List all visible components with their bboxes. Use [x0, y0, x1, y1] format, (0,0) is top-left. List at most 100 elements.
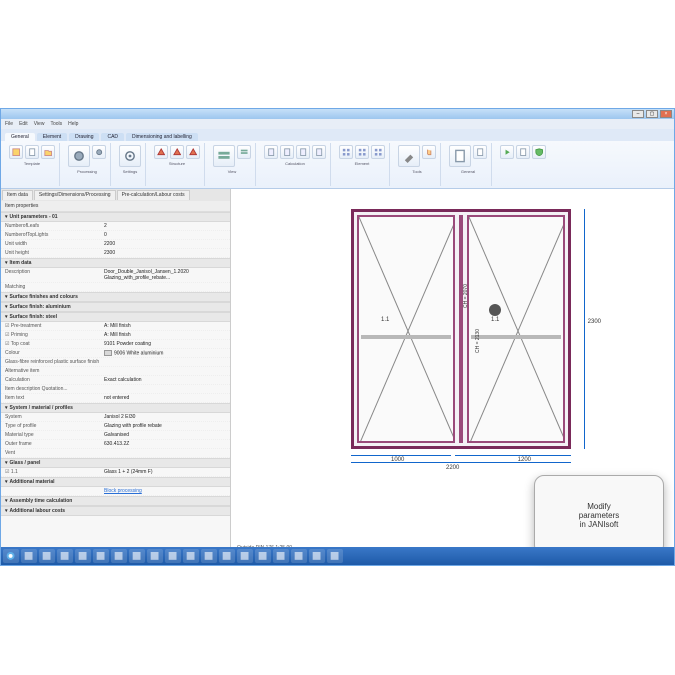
shield-icon[interactable] — [532, 145, 546, 159]
taskbar-item[interactable] — [273, 549, 289, 563]
taskbar-item[interactable] — [255, 549, 271, 563]
property-row[interactable]: DescriptionDoor_Double_Janisol_Jansen_1.… — [1, 268, 230, 283]
settings-icon[interactable] — [119, 145, 141, 167]
property-value[interactable]: Door_Double_Janisol_Jansen_1.2020 Glazin… — [104, 269, 226, 281]
property-row[interactable]: Item textnot entered — [1, 394, 230, 403]
property-value[interactable]: not entered — [104, 395, 226, 401]
property-value[interactable] — [104, 450, 226, 456]
property-row[interactable]: NumberofTopLights0 — [1, 231, 230, 240]
tri-icon[interactable] — [170, 145, 184, 159]
taskbar-item[interactable] — [183, 549, 199, 563]
menu-item[interactable]: Tools — [50, 121, 62, 127]
property-row[interactable]: PrimingA: Mill finish — [1, 331, 230, 340]
taskbar-item[interactable] — [309, 549, 325, 563]
section-header[interactable]: ▾ System / material / profiles — [1, 403, 230, 413]
doc-icon[interactable] — [449, 145, 471, 167]
property-row[interactable]: Glass-fibre reinforced plastic surface f… — [1, 358, 230, 367]
section-header[interactable]: ▾ Glass / panel — [1, 458, 230, 468]
property-row[interactable]: Top coat9101 Powder coating — [1, 340, 230, 349]
property-row[interactable]: 1.1Glass 1 + 2 (24mm F) — [1, 468, 230, 477]
grid-icon[interactable] — [371, 145, 385, 159]
property-value[interactable] — [104, 386, 226, 392]
property-value[interactable] — [104, 368, 226, 374]
section-header[interactable]: ▾ Item data — [1, 258, 230, 268]
menu-item[interactable]: View — [34, 121, 45, 127]
property-row[interactable]: Material typeGalvanised — [1, 431, 230, 440]
property-value[interactable]: Block processing — [104, 488, 226, 494]
calc-icon[interactable] — [296, 145, 310, 159]
wrench-icon[interactable] — [398, 145, 420, 167]
taskbar-item[interactable] — [93, 549, 109, 563]
property-row[interactable]: Colour9006 White aluminium — [1, 349, 230, 358]
property-row[interactable]: Pre-treatmentA: Mill finish — [1, 322, 230, 331]
play-icon[interactable] — [500, 145, 514, 159]
calc-icon[interactable] — [312, 145, 326, 159]
property-value[interactable]: 9101 Powder coating — [104, 341, 226, 347]
doc-icon[interactable] — [516, 145, 530, 159]
panel-tab[interactable]: Item data — [2, 190, 33, 200]
taskbar-item[interactable] — [57, 549, 73, 563]
menu-item[interactable]: File — [5, 121, 13, 127]
tab-cad[interactable]: CAD — [101, 133, 124, 141]
layer-icon[interactable] — [237, 145, 251, 159]
property-row[interactable]: SystemJanisol 2 EI30 — [1, 413, 230, 422]
template-icon[interactable] — [9, 145, 23, 159]
taskbar-item[interactable] — [75, 549, 91, 563]
taskbar-item[interactable] — [21, 549, 37, 563]
taskbar-item[interactable] — [201, 549, 217, 563]
property-row[interactable]: Unit width2200 — [1, 240, 230, 249]
property-value[interactable]: 0 — [104, 232, 226, 238]
property-value[interactable] — [104, 284, 226, 290]
property-value[interactable]: Glass 1 + 2 (24mm F) — [104, 469, 226, 475]
tab-general[interactable]: General — [5, 133, 35, 141]
property-row[interactable]: CalculationExact calculation — [1, 376, 230, 385]
taskbar-item[interactable] — [111, 549, 127, 563]
section-header[interactable]: ▾ Surface finish: steel — [1, 312, 230, 322]
tri-icon[interactable] — [154, 145, 168, 159]
doc-icon[interactable] — [473, 145, 487, 159]
new-icon[interactable] — [25, 145, 39, 159]
layer-icon[interactable] — [213, 145, 235, 167]
section-header[interactable]: ▾ Surface finishes and colours — [1, 292, 230, 302]
taskbar-item[interactable] — [291, 549, 307, 563]
taskbar-item[interactable] — [129, 549, 145, 563]
property-value[interactable]: Glazing with profile rebate — [104, 423, 226, 429]
menu-item[interactable]: Edit — [19, 121, 28, 127]
property-value[interactable]: 2300 — [104, 250, 226, 256]
section-header[interactable]: ▾ Unit parameters - 01 — [1, 212, 230, 222]
close-button[interactable]: × — [660, 110, 672, 118]
section-header[interactable]: ▾ Additional labour costs — [1, 506, 230, 516]
property-row[interactable]: Alternative item — [1, 367, 230, 376]
grid-icon[interactable] — [339, 145, 353, 159]
property-value[interactable]: 2 — [104, 223, 226, 229]
tab-element[interactable]: Element — [37, 133, 67, 141]
gear-icon[interactable] — [68, 145, 90, 167]
gear-icon[interactable] — [92, 145, 106, 159]
property-row[interactable]: NumberofLeafs2 — [1, 222, 230, 231]
start-button[interactable] — [3, 549, 19, 563]
tab-dimensioning[interactable]: Dimensioning and labelling — [126, 133, 198, 141]
taskbar-item[interactable] — [147, 549, 163, 563]
calc-icon[interactable] — [264, 145, 278, 159]
property-row[interactable]: Vent — [1, 449, 230, 458]
taskbar-item[interactable] — [237, 549, 253, 563]
taskbar-item[interactable] — [165, 549, 181, 563]
property-value[interactable]: 2200 — [104, 241, 226, 247]
property-row[interactable]: Block processing — [1, 487, 230, 496]
section-header[interactable]: ▾ Surface finish: aluminium — [1, 302, 230, 312]
property-row[interactable]: Matching — [1, 283, 230, 292]
property-row[interactable]: Outer frame630.413.2Z — [1, 440, 230, 449]
section-header[interactable]: ▾ Assembly time calculation — [1, 496, 230, 506]
property-row[interactable]: Item description Quotation... — [1, 385, 230, 394]
menu-item[interactable]: Help — [68, 121, 78, 127]
property-value[interactable]: Galvanised — [104, 432, 226, 438]
panel-tab[interactable]: Settings/Dimensions/Processing — [34, 190, 116, 200]
tri-icon[interactable] — [186, 145, 200, 159]
taskbar-item[interactable] — [219, 549, 235, 563]
taskbar-item[interactable] — [39, 549, 55, 563]
maximize-button[interactable]: ▢ — [646, 110, 658, 118]
grid-icon[interactable] — [355, 145, 369, 159]
section-header[interactable]: ▾ Additional material — [1, 477, 230, 487]
open-icon[interactable] — [41, 145, 55, 159]
property-value[interactable]: 630.413.2Z — [104, 441, 226, 447]
